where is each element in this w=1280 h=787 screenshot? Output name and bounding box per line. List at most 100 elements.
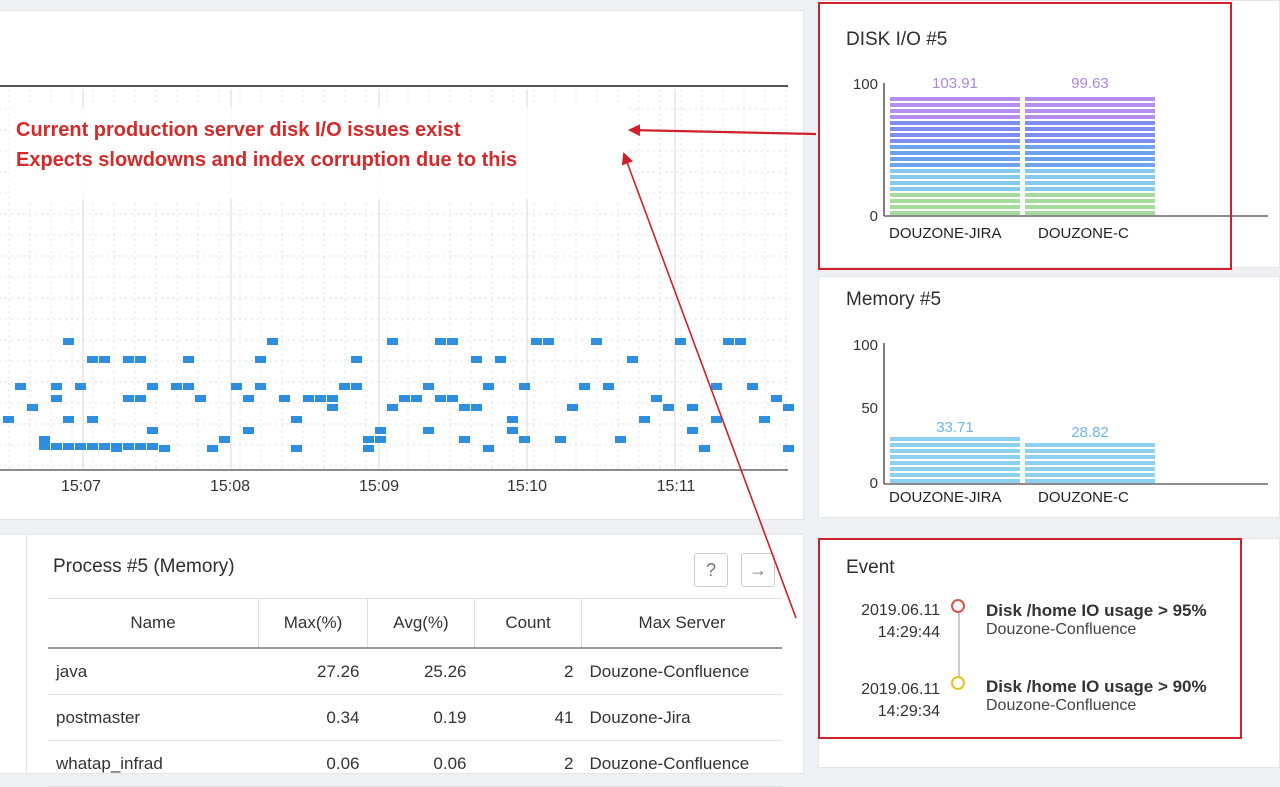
timeline-point	[507, 416, 518, 423]
timeline-point	[627, 356, 638, 363]
timeline-point	[3, 416, 14, 423]
table-row[interactable]: java 27.26 25.26 2 Douzone-Confluence	[48, 648, 782, 695]
arrow-right-icon[interactable]: →	[741, 553, 775, 587]
timeline-point	[123, 356, 134, 363]
timeline-point	[519, 436, 530, 443]
timeline-point	[171, 383, 182, 390]
timeline-point	[255, 383, 266, 390]
column-header-max[interactable]: Max(%)	[258, 598, 368, 649]
timeline-point	[363, 436, 374, 443]
timeline-point	[195, 395, 206, 402]
timeline-chart	[0, 85, 794, 471]
timeline-point	[15, 383, 26, 390]
timeline-point	[399, 395, 410, 402]
timeline-point	[231, 383, 242, 390]
timeline-point	[435, 338, 446, 345]
timeline-point	[711, 416, 722, 423]
bar-stripe	[890, 455, 1020, 459]
column-header-name[interactable]: Name	[48, 598, 259, 649]
process-count: 2	[474, 648, 582, 695]
timeline-point	[183, 383, 194, 390]
process-server: Douzone-Jira	[581, 694, 782, 741]
bar-stripe	[890, 467, 1020, 471]
highlight-box-event	[818, 538, 1242, 739]
timeline-point	[111, 443, 122, 450]
process-max: 27.26	[258, 648, 368, 695]
column-header-count[interactable]: Count	[474, 598, 582, 649]
timeline-point	[639, 416, 650, 423]
timeline-point	[783, 404, 794, 411]
timeline-point	[483, 445, 494, 452]
timeline-point	[759, 416, 770, 423]
timeline-point	[723, 338, 734, 345]
process-count: 2	[474, 740, 582, 787]
annotation-line-1: Current production server disk I/O issue…	[16, 119, 461, 141]
timeline-point	[147, 443, 158, 450]
timeline-point	[411, 395, 422, 402]
process-server: Douzone-Confluence	[581, 648, 782, 695]
timeline-point	[123, 443, 134, 450]
timeline-point	[651, 395, 662, 402]
timeline-point	[87, 356, 98, 363]
timeline-panel: Current production server disk I/O issue…	[0, 10, 804, 520]
timeline-point	[435, 395, 446, 402]
timeline-point	[51, 443, 62, 450]
process-title: Process #5 (Memory)	[53, 556, 235, 577]
table-header-row: Name Max(%) Avg(%) Count Max Server	[48, 598, 782, 649]
process-name: postmaster	[48, 694, 259, 741]
timeline-point	[375, 436, 386, 443]
timeline-point	[27, 404, 38, 411]
timeline-point	[747, 383, 758, 390]
timeline-point	[63, 443, 74, 450]
timeline-point	[303, 395, 314, 402]
timeline-point	[543, 338, 554, 345]
bar-stripe	[890, 461, 1020, 465]
timeline-point	[687, 404, 698, 411]
timeline-point	[75, 383, 86, 390]
timeline-point	[423, 383, 434, 390]
timeline-point	[387, 338, 398, 345]
table-row[interactable]: whatap_infrad 0.06 0.06 2 Douzone-Conflu…	[48, 740, 782, 787]
bar-stripe	[1025, 467, 1155, 471]
timeline-point	[147, 383, 158, 390]
timeline-point	[603, 383, 614, 390]
timeline-point	[183, 356, 194, 363]
memory-value-label: 28.82	[1071, 424, 1109, 441]
bar-stripe	[890, 449, 1020, 453]
bar-stripe	[890, 479, 1020, 483]
column-header-avg[interactable]: Avg(%)	[367, 598, 475, 649]
process-max: 0.34	[258, 694, 368, 741]
process-max: 0.06	[258, 740, 368, 787]
timeline-point	[495, 356, 506, 363]
bar-stripe	[1025, 449, 1155, 453]
timeline-point	[87, 416, 98, 423]
timeline-point	[519, 383, 530, 390]
process-avg: 0.19	[367, 694, 475, 741]
bar-stripe	[1025, 443, 1155, 447]
question-icon[interactable]: ?	[694, 553, 728, 587]
timeline-point	[771, 395, 782, 402]
memory-category-label: DOUZONE-C	[1038, 489, 1129, 506]
timeline-point	[783, 445, 794, 452]
time-label: 15:10	[506, 478, 548, 495]
process-avg: 25.26	[367, 648, 475, 695]
timeline-point	[75, 443, 86, 450]
bar-stripe	[1025, 473, 1155, 477]
table-row[interactable]: postmaster 0.34 0.19 41 Douzone-Jira	[48, 694, 782, 741]
timeline-point	[327, 395, 338, 402]
memory-title: Memory #5	[846, 289, 942, 310]
timeline-point	[471, 404, 482, 411]
timeline-point	[507, 427, 518, 434]
timeline-point	[135, 356, 146, 363]
bar-stripe	[1025, 479, 1155, 483]
time-label: 15:11	[656, 478, 696, 495]
timeline-point	[675, 338, 686, 345]
bar-stripe	[890, 443, 1020, 447]
y-tick: 50	[861, 400, 878, 417]
timeline-point	[99, 443, 110, 450]
y-tick: 100	[852, 337, 878, 354]
timeline-point	[63, 338, 74, 345]
timeline-point	[363, 445, 374, 452]
timeline-point	[135, 443, 146, 450]
column-header-max-server[interactable]: Max Server	[581, 598, 782, 649]
